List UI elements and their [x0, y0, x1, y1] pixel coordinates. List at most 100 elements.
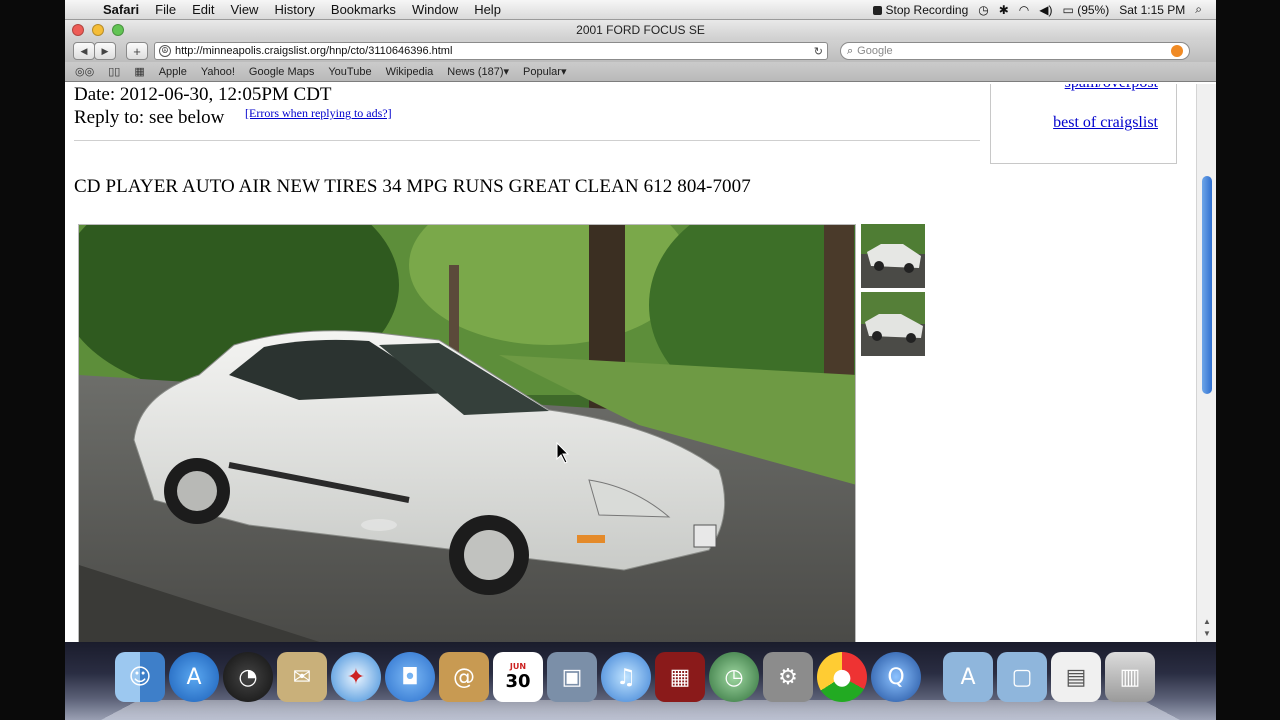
toolbar: ◀ ▶ + ☮ http://minneapolis.craigslist.or…: [65, 40, 1216, 62]
scrollbar-thumb[interactable]: [1202, 176, 1212, 394]
top-sites-grid-icon[interactable]: ▦: [134, 65, 144, 78]
menu-bar: Safari File Edit View History Bookmarks …: [65, 0, 1216, 20]
photo-booth-icon[interactable]: ▣: [547, 652, 597, 702]
calendar-day: 30: [505, 671, 531, 692]
thumbnail-1[interactable]: [861, 224, 925, 288]
bookmarks-book-icon[interactable]: ▯▯: [108, 65, 120, 78]
close-window-button[interactable]: [72, 24, 84, 36]
spam-overpost-link[interactable]: spam/overpost: [1065, 84, 1158, 92]
wifi-icon[interactable]: ◠: [1019, 3, 1029, 17]
bookmark-news[interactable]: News (187)▾: [447, 65, 509, 78]
vertical-scrollbar[interactable]: ▲ ▼: [1196, 84, 1216, 642]
scroll-up-arrow-icon[interactable]: ▲: [1203, 617, 1211, 626]
finder-icon[interactable]: ☺: [115, 652, 165, 702]
menu-help[interactable]: Help: [466, 2, 509, 17]
reading-list-icon[interactable]: ◎◎: [75, 65, 94, 78]
calendar-icon[interactable]: JUN 30: [493, 652, 543, 702]
errors-link-wrapper: [Errors when replying to ads?]: [245, 106, 392, 121]
post-date: Date: 2012-06-30, 12:05PM CDT: [74, 84, 332, 105]
preview-icon[interactable]: ▤: [1051, 652, 1101, 702]
battery-percent: (95%): [1077, 2, 1110, 17]
dock-icons: ☺ A ◔ ✉ ✦ ◘ @ JUN 30 ▣ ♫ ▦ ◷ ⚙ ● Q A ▢ ▤…: [115, 652, 1155, 702]
stop-recording-label: Stop Recording: [885, 2, 969, 17]
bluetooth-icon[interactable]: ✱: [999, 3, 1009, 17]
url-text: http://minneapolis.craigslist.org/hnp/ct…: [175, 45, 453, 57]
forward-button[interactable]: ▶: [94, 42, 116, 60]
thumbnail-2-drawing: [861, 292, 925, 356]
address-bar[interactable]: ☮ http://minneapolis.craigslist.org/hnp/…: [154, 42, 828, 60]
calendar-month: JUN: [509, 662, 527, 671]
stop-icon: [872, 5, 882, 15]
ichat-icon[interactable]: ◘: [385, 652, 435, 702]
screen: Safari File Edit View History Bookmarks …: [0, 0, 1280, 720]
thumbnail-1-drawing: [861, 224, 925, 288]
applications-folder-icon[interactable]: A: [943, 652, 993, 702]
menu-bookmarks[interactable]: Bookmarks: [323, 2, 404, 17]
best-of-craigslist-link[interactable]: best of craigslist: [1053, 114, 1158, 132]
reply-to-text: Reply to: see below: [74, 107, 225, 128]
dock-separator: [925, 652, 939, 702]
system-preferences-icon[interactable]: ⚙: [763, 652, 813, 702]
menu-app-name[interactable]: Safari: [99, 2, 147, 17]
search-placeholder: Google: [857, 45, 893, 57]
search-icon: ⌕: [847, 44, 854, 57]
car-main-photo[interactable]: [78, 224, 856, 642]
trash-icon[interactable]: ▥: [1105, 652, 1155, 702]
clock[interactable]: Sat 1:15 PM: [1119, 3, 1185, 17]
dock-shelf: [101, 700, 1180, 720]
spotlight-search-icon[interactable]: ⌕: [1195, 2, 1202, 17]
menu-history[interactable]: History: [266, 2, 322, 17]
minimize-window-button[interactable]: [92, 24, 104, 36]
back-arrow-icon: ◀: [80, 45, 88, 56]
thumbnail-2[interactable]: [861, 292, 925, 356]
errors-when-replying-link[interactable]: [Errors when replying to ads?]: [245, 106, 392, 120]
search-field[interactable]: ⌕ Google: [840, 42, 1190, 60]
itunes-icon[interactable]: ♫: [601, 652, 651, 702]
bookmark-youtube[interactable]: YouTube: [328, 66, 371, 78]
listing-body-text: CD PLAYER AUTO AIR NEW TIRES 34 MPG RUNS…: [74, 176, 751, 197]
dock: ☺ A ◔ ✉ ✦ ◘ @ JUN 30 ▣ ♫ ▦ ◷ ⚙ ● Q A ▢ ▤…: [65, 642, 1216, 720]
dashboard-icon[interactable]: ◔: [223, 652, 273, 702]
forward-arrow-icon: ▶: [101, 45, 109, 56]
menu-file[interactable]: File: [147, 2, 184, 17]
photo-icon[interactable]: ▦: [655, 652, 705, 702]
bookmark-popular[interactable]: Popular▾: [523, 65, 566, 78]
battery-icon: ▭: [1062, 2, 1074, 17]
volume-icon[interactable]: ◀): [1039, 3, 1052, 17]
documents-folder-icon[interactable]: ▢: [997, 652, 1047, 702]
menu-window[interactable]: Window: [404, 2, 466, 17]
menu-edit[interactable]: Edit: [184, 2, 222, 17]
mail-stamp-icon[interactable]: ✉: [277, 652, 327, 702]
scroll-down-arrow-icon[interactable]: ▼: [1203, 629, 1211, 638]
back-button[interactable]: ◀: [73, 42, 95, 60]
app-store-icon[interactable]: A: [169, 652, 219, 702]
quicktime-icon[interactable]: Q: [871, 652, 921, 702]
menu-view[interactable]: View: [223, 2, 267, 17]
address-book-icon[interactable]: @: [439, 652, 489, 702]
window-title: 2001 FORD FOCUS SE: [576, 23, 705, 37]
time-machine-status-icon[interactable]: ◷: [978, 3, 988, 17]
battery-status[interactable]: ▭ (95%): [1063, 3, 1110, 17]
bookmark-wikipedia[interactable]: Wikipedia: [386, 66, 434, 78]
car-photo-drawing: [79, 225, 855, 642]
reload-icon[interactable]: ↻: [814, 45, 823, 58]
sidebar-box: spam/overpost best of craigslist: [990, 84, 1177, 164]
divider: [74, 140, 980, 141]
safari-icon[interactable]: ✦: [331, 652, 381, 702]
safari-window: 2001 FORD FOCUS SE ◀ ▶ + ☮ http://minnea…: [65, 20, 1216, 642]
title-bar: 2001 FORD FOCUS SE: [65, 20, 1216, 40]
bookmarks-bar: ◎◎ ▯▯ ▦ Apple Yahoo! Google Maps YouTube…: [65, 62, 1216, 82]
snapback-icon[interactable]: [1171, 45, 1183, 57]
stop-recording-button[interactable]: Stop Recording: [872, 2, 969, 17]
chrome-icon[interactable]: ●: [817, 652, 867, 702]
web-page: Date: 2012-06-30, 12:05PM CDT Reply to: …: [65, 84, 1196, 642]
bookmark-google-maps[interactable]: Google Maps: [249, 66, 314, 78]
site-icon: ☮: [159, 45, 171, 57]
bookmark-apple[interactable]: Apple: [159, 66, 187, 78]
plus-icon: +: [133, 43, 141, 59]
add-bookmark-button[interactable]: +: [126, 42, 148, 60]
menu-extras: Stop Recording ◷ ✱ ◠ ◀) ▭ (95%) Sat 1:15…: [872, 2, 1216, 17]
time-machine-icon[interactable]: ◷: [709, 652, 759, 702]
bookmark-yahoo[interactable]: Yahoo!: [201, 66, 235, 78]
zoom-window-button[interactable]: [112, 24, 124, 36]
